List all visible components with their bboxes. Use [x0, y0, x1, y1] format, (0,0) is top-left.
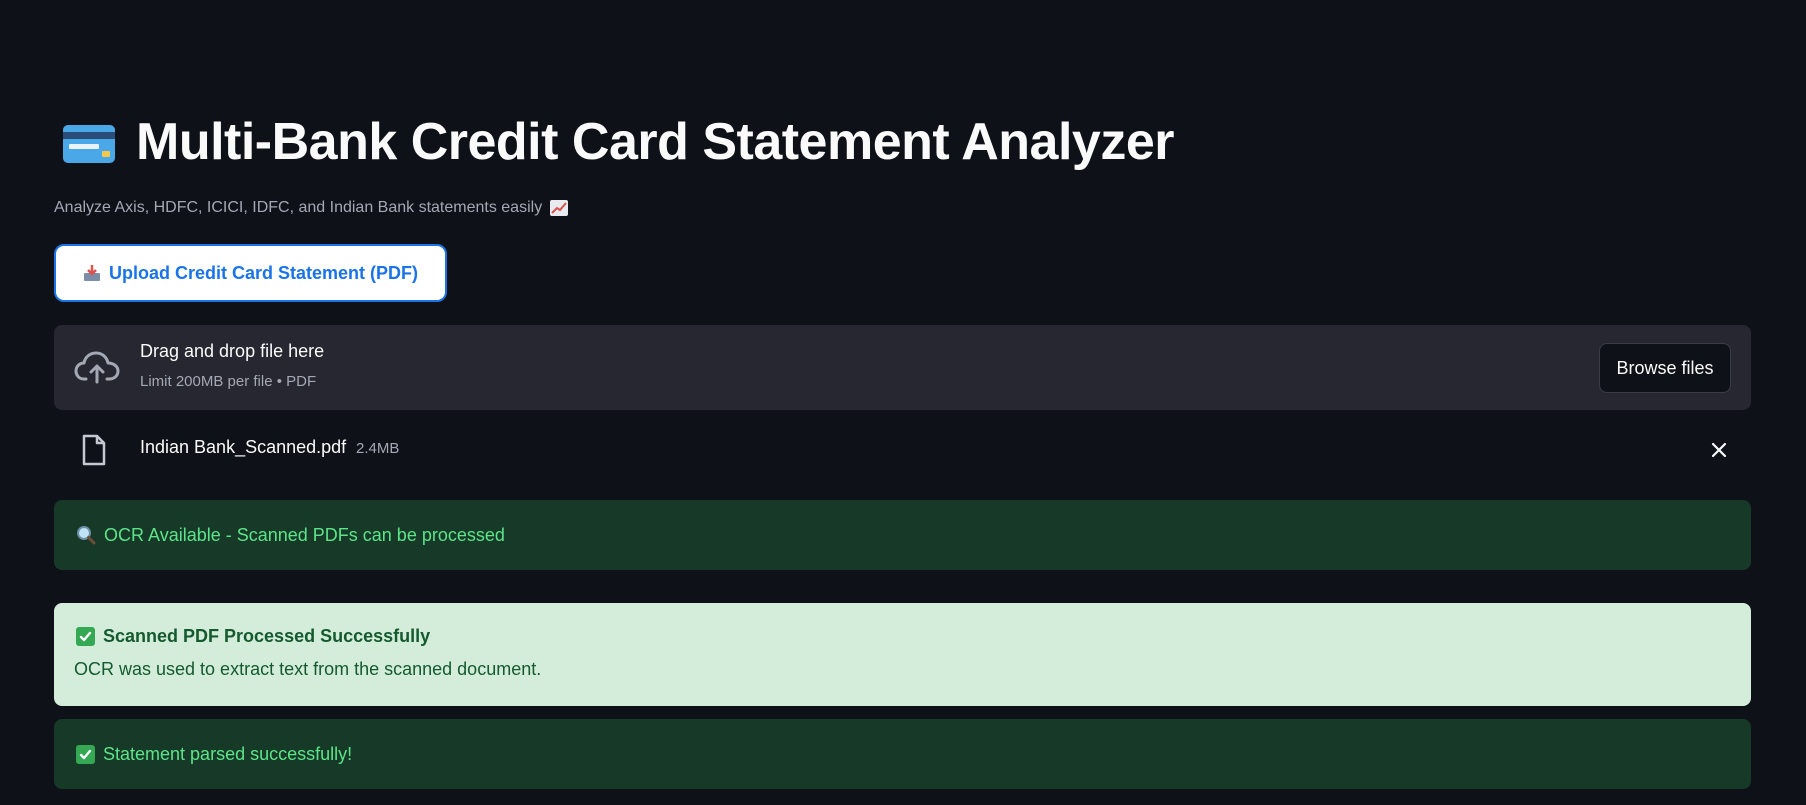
- check-mark-icon: [76, 744, 95, 764]
- ocr-available-alert: OCR Available - Scanned PDFs can be proc…: [54, 500, 1751, 570]
- statement-parsed-alert: Statement parsed successfully!: [54, 719, 1751, 789]
- scanned-pdf-alert: Scanned PDF Processed Successfully OCR w…: [54, 603, 1751, 706]
- close-icon[interactable]: [1709, 440, 1729, 460]
- browse-files-button[interactable]: Browse files: [1599, 343, 1731, 393]
- ocr-alert-text: OCR Available - Scanned PDFs can be proc…: [104, 524, 505, 545]
- credit-card-icon: [63, 125, 115, 163]
- cloud-upload-icon: [74, 351, 120, 384]
- check-mark-icon: [76, 627, 95, 646]
- file-dropzone[interactable]: Drag and drop file here Limit 200MB per …: [54, 325, 1751, 410]
- upload-button-label: Upload Credit Card Statement (PDF): [108, 262, 419, 283]
- uploaded-file-row: Indian Bank_Scanned.pdf 2.4MB: [54, 428, 1751, 472]
- uploaded-file-name: Indian Bank_Scanned.pdf: [140, 437, 347, 457]
- chart-increasing-icon: [550, 200, 569, 216]
- page-subtitle: Analyze Axis, HDFC, ICICI, IDFC, and Ind…: [54, 199, 569, 217]
- dropzone-title: Drag and drop file here: [140, 341, 325, 361]
- scanned-alert-body: OCR was used to extract text from the sc…: [74, 659, 542, 679]
- uploaded-file-size: 2.4MB: [356, 440, 400, 457]
- inbox-tray-icon: [83, 265, 100, 281]
- scanned-alert-title-row: Scanned PDF Processed Successfully: [76, 626, 430, 647]
- page-header: Multi-Bank Credit Card Statement Analyze…: [62, 108, 1174, 176]
- parsed-alert-text: Statement parsed successfully!: [103, 743, 353, 764]
- magnifier-icon: [77, 526, 96, 545]
- upload-statement-button[interactable]: Upload Credit Card Statement (PDF): [54, 244, 447, 302]
- scanned-alert-title: Scanned PDF Processed Successfully: [103, 626, 431, 646]
- file-icon: [82, 434, 106, 466]
- dropzone-limit: Limit 200MB per file • PDF: [140, 373, 317, 390]
- subtitle-text: Analyze Axis, HDFC, ICICI, IDFC, and Ind…: [54, 199, 543, 216]
- page-title: Multi-Bank Credit Card Statement Analyze…: [136, 113, 1174, 171]
